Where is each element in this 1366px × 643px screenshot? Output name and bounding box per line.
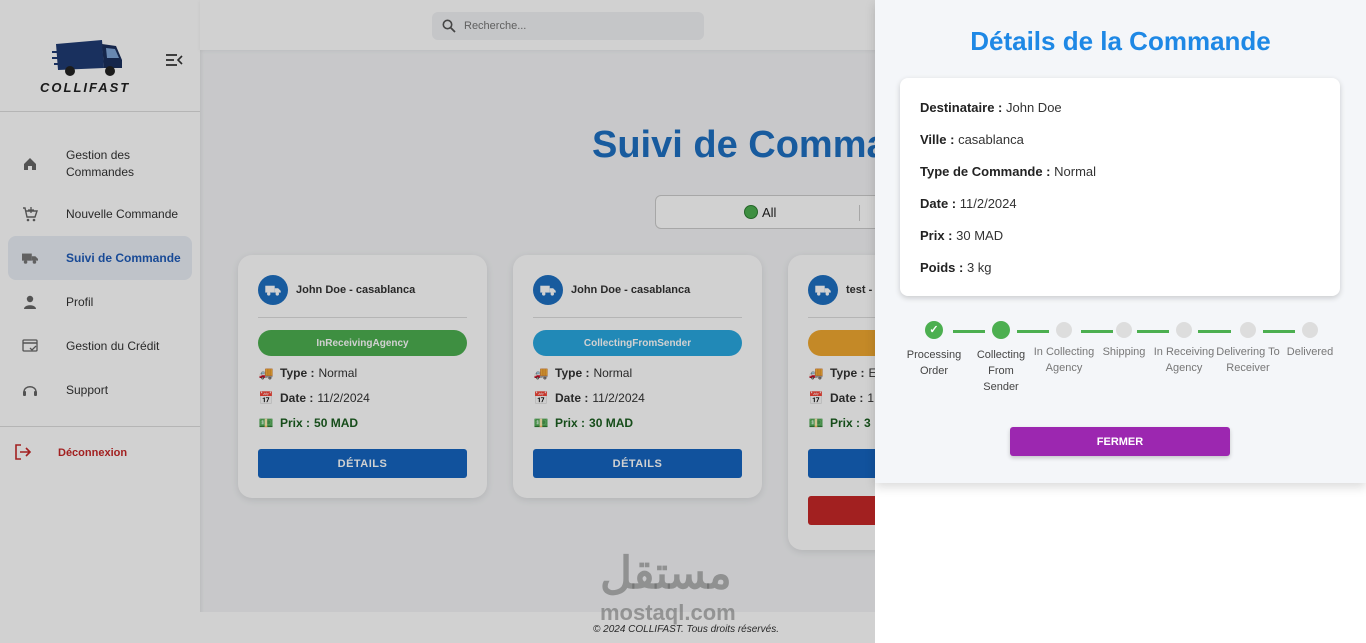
- order-details-modal: Détails de la Commande Destinataire : Jo…: [875, 0, 1366, 643]
- info-label: Date :: [920, 196, 957, 211]
- step-processing-order: ✓ Processing Order: [902, 320, 966, 379]
- step-collecting-from-sender: Collecting From Sender: [969, 320, 1033, 395]
- modal-panel: Détails de la Commande Destinataire : Jo…: [875, 0, 1366, 483]
- info-date: Date : 11/2/2024: [920, 196, 1320, 228]
- info-value: John Doe: [1006, 100, 1062, 115]
- step-label: Shipping: [1102, 346, 1146, 358]
- step-in-receiving-agency: In Receiving Agency: [1152, 320, 1216, 376]
- step-label: In Collecting Agency: [1033, 346, 1095, 374]
- info-label: Ville :: [920, 132, 955, 147]
- info-value: 11/2/2024: [959, 196, 1017, 211]
- step-label: Processing Order: [906, 349, 962, 377]
- step-label: Collecting From Sender: [976, 349, 1026, 393]
- current-step-icon: [992, 321, 1010, 339]
- step-in-collecting-agency: In Collecting Agency: [1032, 320, 1096, 376]
- info-value: 30 MAD: [956, 228, 1004, 243]
- info-value: 3 kg: [966, 260, 992, 275]
- order-info-box: Destinataire : John Doe Ville : casablan…: [900, 78, 1340, 296]
- step-delivered: Delivered: [1278, 320, 1342, 360]
- modal-title: Détails de la Commande: [970, 26, 1271, 56]
- step-shipping: Shipping: [1092, 320, 1156, 360]
- info-label: Poids :: [920, 260, 964, 275]
- info-order-type: Type de Commande : Normal: [920, 164, 1320, 196]
- step-label: Delivered: [1286, 346, 1334, 358]
- info-label: Type de Commande :: [920, 164, 1051, 179]
- pending-step-icon: [1116, 322, 1132, 338]
- info-label: Destinataire :: [920, 100, 1003, 115]
- pending-step-icon: [1056, 322, 1072, 338]
- step-label: Delivering To Receiver: [1216, 346, 1280, 374]
- close-modal-button[interactable]: FERMER: [1010, 427, 1230, 456]
- info-price: Prix : 30 MAD: [920, 228, 1320, 260]
- info-recipient: Destinataire : John Doe: [920, 100, 1320, 132]
- check-icon: ✓: [925, 321, 943, 339]
- info-value: casablanca: [958, 132, 1024, 147]
- info-label: Prix :: [920, 228, 953, 243]
- info-value: Normal: [1054, 164, 1097, 179]
- pending-step-icon: [1240, 322, 1256, 338]
- info-city: Ville : casablanca: [920, 132, 1320, 164]
- pending-step-icon: [1176, 322, 1192, 338]
- order-progress-stepper: ✓ Processing Order Collecting From Sende…: [900, 320, 1340, 410]
- info-weight: Poids : 3 kg: [920, 260, 1320, 292]
- pending-step-icon: [1302, 322, 1318, 338]
- step-delivering-to-receiver: Delivering To Receiver: [1216, 320, 1280, 376]
- step-label: In Receiving Agency: [1153, 346, 1215, 374]
